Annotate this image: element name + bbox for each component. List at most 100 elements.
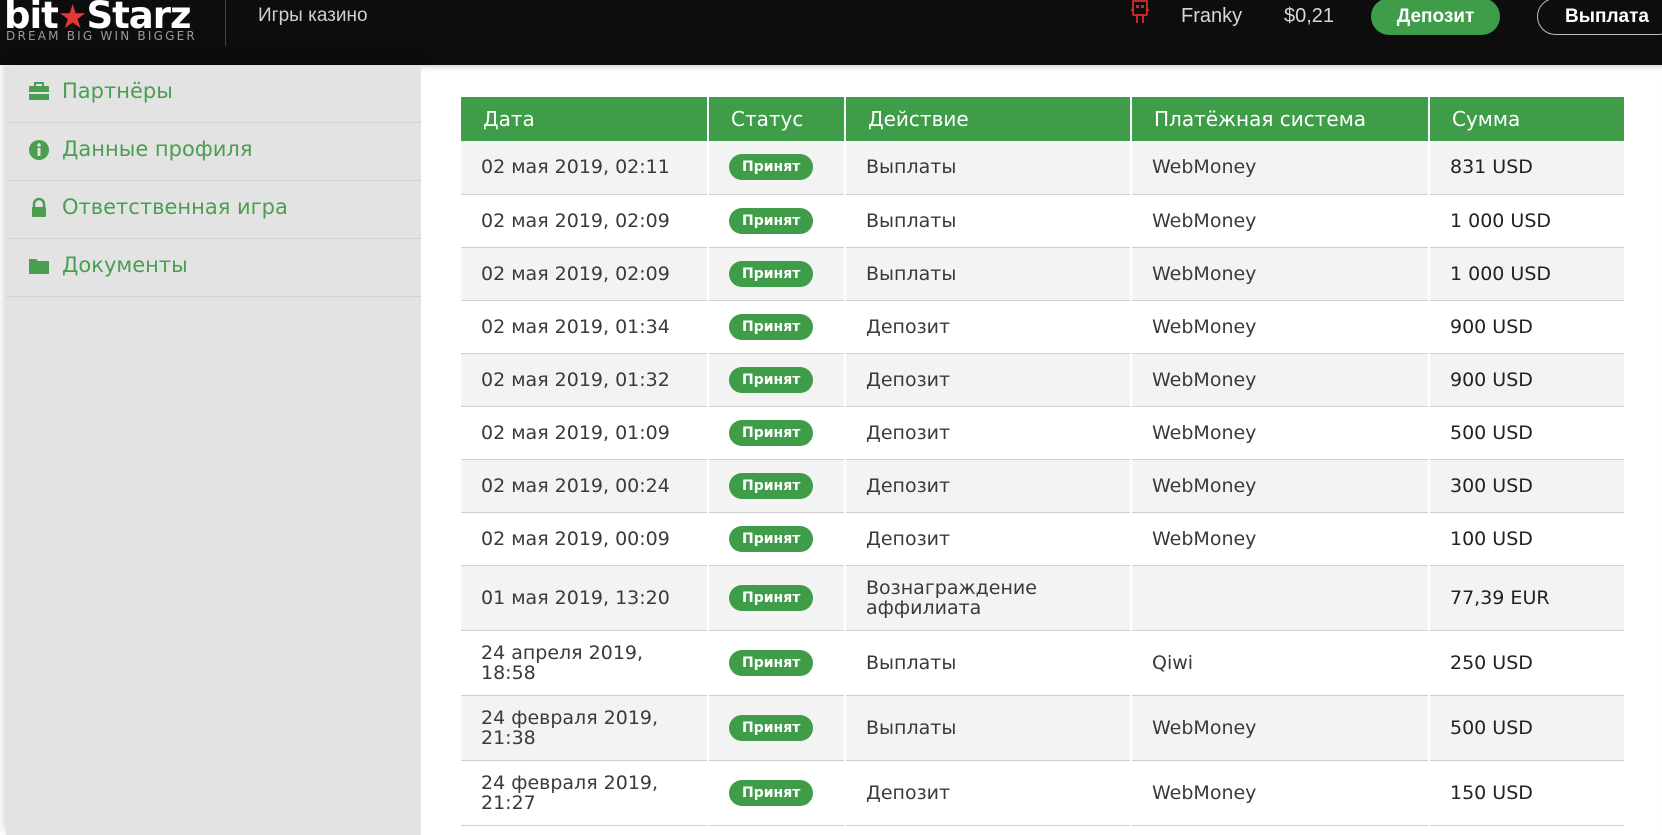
cell-payment-system: WebMoney <box>1131 194 1430 248</box>
column-header-status[interactable]: Статус <box>708 97 846 141</box>
status-badge: Принят <box>729 525 814 552</box>
status-badge: Принят <box>729 154 814 181</box>
table-row: 02 мая 2019, 01:34 Принят Депозит WebMon… <box>461 300 1624 354</box>
cell-action: Депозит <box>845 353 1132 407</box>
cell-date: 02 мая 2019, 01:34 <box>461 300 709 354</box>
sidebar-item-responsible-gaming[interactable]: Ответственная игра <box>6 181 421 239</box>
sidebar-item-label: Партнёры <box>62 79 173 103</box>
column-header-amount[interactable]: Сумма <box>1429 97 1624 141</box>
cell-date: 24 апреля 2019, 18:58 <box>461 630 709 696</box>
cell-action: Выплаты <box>845 630 1132 696</box>
cell-payment-system: WebMoney <box>1131 353 1430 407</box>
table-row: 02 мая 2019, 01:32 Принят Депозит WebMon… <box>461 353 1624 407</box>
nav-casino-games-link[interactable]: Игры казино <box>258 5 368 27</box>
main-content: Дата Статус Действие Платёжная система С… <box>421 65 1662 835</box>
cell-date: 01 мая 2019, 13:20 <box>461 565 709 631</box>
cell-date: 02 мая 2019, 00:09 <box>461 512 709 566</box>
table-row: 01 мая 2019, 13:20 Принят Вознаграждение… <box>461 565 1624 631</box>
sidebar-item-label: Ответственная игра <box>62 195 288 219</box>
header-divider <box>225 0 226 46</box>
status-badge: Принят <box>729 366 814 393</box>
lock-icon <box>32 197 46 217</box>
status-badge: Принят <box>729 584 814 611</box>
cell-date: 02 мая 2019, 02:11 <box>461 141 709 195</box>
status-badge: Принят <box>729 649 814 676</box>
cell-amount: 900 USD <box>1429 300 1624 354</box>
briefcase-icon <box>29 82 49 100</box>
cell-payment-system: WebMoney <box>1131 141 1430 195</box>
cell-date: 02 мая 2019, 00:24 <box>461 459 709 513</box>
cell-date: 24 февраля 2019, 21:38 <box>461 695 709 761</box>
cell-action: Депозит <box>845 300 1132 354</box>
robot-avatar-icon[interactable] <box>1128 0 1152 24</box>
cell-payment-system: WebMoney <box>1131 300 1430 354</box>
status-badge: Принят <box>729 472 814 499</box>
cell-amount: 500 USD <box>1429 695 1624 761</box>
table-row: 02 мая 2019, 02:09 Принят Выплаты WebMon… <box>461 247 1624 301</box>
deposit-button[interactable]: Депозит <box>1371 0 1500 35</box>
cell-action: Вознаграждение аффилиата <box>845 565 1132 631</box>
cell-date: 02 мая 2019, 01:09 <box>461 406 709 460</box>
status-badge: Принят <box>729 313 814 340</box>
cell-action: Депозит <box>845 760 1132 826</box>
cell-payment-system <box>1131 565 1430 631</box>
cell-action: Выплаты <box>845 141 1132 195</box>
cell-amount: 150 USD <box>1429 760 1624 826</box>
table-row: 02 мая 2019, 01:09 Принят Депозит WebMon… <box>461 406 1624 460</box>
status-badge: Принят <box>729 260 814 287</box>
cell-amount: 1 000 USD <box>1429 247 1624 301</box>
table-row: 02 мая 2019, 00:24 Принят Депозит WebMon… <box>461 459 1624 513</box>
table-row: 02 мая 2019, 02:11 Принят Выплаты WebMon… <box>461 141 1624 195</box>
cell-amount: 100 USD <box>1429 512 1624 566</box>
cell-payment-system: WebMoney <box>1131 512 1430 566</box>
folder-icon <box>29 259 49 274</box>
cell-date: 24 февраля 2019, 21:27 <box>461 760 709 826</box>
sidebar-item-label: Данные профиля <box>62 137 253 161</box>
table-row: 24 февраля 2019, 21:27 Принят Депозит We… <box>461 760 1624 826</box>
logo-tagline: DREAM BIG WIN BIGGER <box>6 29 197 43</box>
sidebar-item-documents[interactable]: Документы <box>6 239 421 297</box>
cell-date: 02 мая 2019, 01:32 <box>461 353 709 407</box>
cell-payment-system: WebMoney <box>1131 760 1430 826</box>
balance: $0,21 <box>1284 5 1335 27</box>
cell-amount: 1 000 USD <box>1429 194 1624 248</box>
table-row: 24 февраля 2019, 21:38 Принят Выплаты We… <box>461 695 1624 761</box>
sidebar-item-label: Документы <box>62 253 188 277</box>
username[interactable]: Franky <box>1181 5 1242 28</box>
transactions-table: Дата Статус Действие Платёжная система С… <box>461 97 1624 826</box>
withdraw-button[interactable]: Выплата <box>1537 0 1662 35</box>
column-header-payment-system[interactable]: Платёжная система <box>1131 97 1430 141</box>
top-header: bit★Starz DREAM BIG WIN BIGGER Игры кази… <box>0 0 1662 65</box>
cell-date: 02 мая 2019, 02:09 <box>461 247 709 301</box>
cell-action: Депозит <box>845 459 1132 513</box>
cell-action: Выплаты <box>845 695 1132 761</box>
sidebar: Партнёры Данные профиля Ответственная иг… <box>6 65 421 835</box>
cell-amount: 77,39 EUR <box>1429 565 1624 631</box>
cell-amount: 300 USD <box>1429 459 1624 513</box>
cell-amount: 500 USD <box>1429 406 1624 460</box>
status-badge: Принят <box>729 714 814 741</box>
cell-action: Выплаты <box>845 194 1132 248</box>
table-row: 02 мая 2019, 02:09 Принят Выплаты WebMon… <box>461 194 1624 248</box>
cell-amount: 250 USD <box>1429 630 1624 696</box>
status-badge: Принят <box>729 207 814 234</box>
column-header-action[interactable]: Действие <box>845 97 1132 141</box>
cell-date: 02 мая 2019, 02:09 <box>461 194 709 248</box>
status-badge: Принят <box>729 779 814 806</box>
cell-payment-system: WebMoney <box>1131 695 1430 761</box>
cell-payment-system: WebMoney <box>1131 459 1430 513</box>
status-badge: Принят <box>729 419 814 446</box>
cell-payment-system: WebMoney <box>1131 406 1430 460</box>
cell-amount: 900 USD <box>1429 353 1624 407</box>
cell-amount: 831 USD <box>1429 141 1624 195</box>
info-icon <box>29 140 49 160</box>
cell-action: Депозит <box>845 406 1132 460</box>
cell-action: Выплаты <box>845 247 1132 301</box>
cell-payment-system: WebMoney <box>1131 247 1430 301</box>
column-header-date[interactable]: Дата <box>461 97 709 141</box>
sidebar-item-partners[interactable]: Партнёры <box>6 65 421 123</box>
table-header-row: Дата Статус Действие Платёжная система С… <box>461 97 1624 141</box>
cell-action: Депозит <box>845 512 1132 566</box>
sidebar-item-profile[interactable]: Данные профиля <box>6 123 421 181</box>
cell-payment-system: Qiwi <box>1131 630 1430 696</box>
